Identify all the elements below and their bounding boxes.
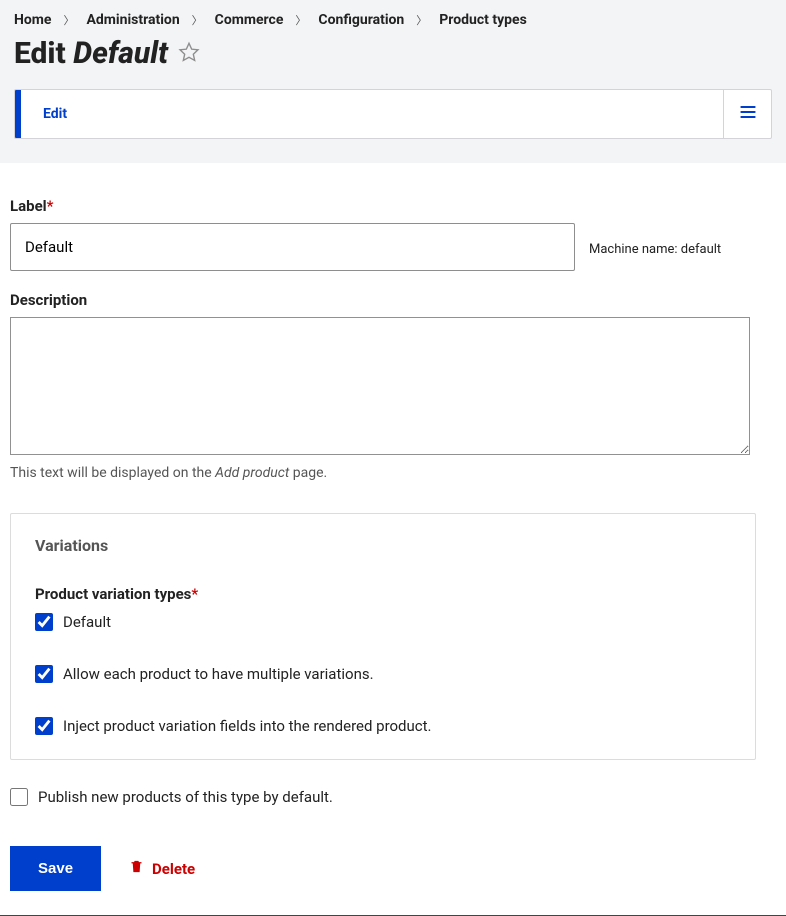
required-marker: *: [47, 197, 54, 215]
chevron-right-icon: 〉: [63, 12, 74, 28]
help-after: page.: [289, 465, 327, 481]
tab-edit[interactable]: Edit: [15, 90, 89, 138]
variations-fieldset: Variations Product variation types* Defa…: [10, 513, 756, 760]
required-marker: *: [191, 585, 198, 603]
inject-fields-row: Inject product variation fields into the…: [35, 717, 731, 735]
page-title-prefix: Edit: [14, 36, 66, 71]
publish-default-row: Publish new products of this type by def…: [10, 788, 776, 806]
description-label: Description: [10, 291, 776, 309]
chevron-right-icon: 〉: [416, 12, 427, 28]
breadcrumb-administration[interactable]: Administration: [86, 12, 179, 28]
breadcrumb-commerce[interactable]: Commerce: [215, 12, 284, 28]
label-row: Label* Machine name: default: [10, 197, 776, 271]
label-input[interactable]: [10, 223, 575, 271]
description-textarea[interactable]: [10, 317, 750, 455]
trash-icon: [129, 859, 144, 878]
chevron-right-icon: 〉: [192, 12, 203, 28]
description-row: Description This text will be displayed …: [10, 291, 776, 481]
allow-multiple-checkbox[interactable]: [35, 665, 53, 683]
publish-default-checkbox[interactable]: [10, 788, 28, 806]
form-actions: Save Delete: [10, 846, 776, 891]
machine-name-value: default: [681, 242, 721, 257]
tab-menu-toggle[interactable]: [723, 90, 771, 138]
header-region: Home 〉 Administration 〉 Commerce 〉 Confi…: [0, 0, 786, 163]
variation-type-default-row: Default: [35, 613, 731, 631]
delete-label: Delete: [152, 860, 195, 878]
hamburger-icon: [738, 102, 758, 126]
help-italic: Add product: [215, 465, 289, 481]
help-before: This text will be displayed on the: [10, 465, 215, 481]
description-help: This text will be displayed on the Add p…: [10, 465, 776, 481]
variation-type-default-checkbox[interactable]: [35, 613, 53, 631]
tab-bar: Edit: [14, 89, 772, 139]
breadcrumb-home[interactable]: Home: [14, 12, 51, 28]
publish-default-label: Publish new products of this type by def…: [38, 788, 333, 806]
machine-name-prefix: Machine name:: [589, 242, 678, 257]
page-title-name: Default: [73, 36, 168, 71]
breadcrumb-configuration[interactable]: Configuration: [318, 12, 404, 28]
machine-name: Machine name: default: [589, 242, 721, 257]
variation-types-label-text: Product variation types: [35, 585, 191, 603]
breadcrumb: Home 〉 Administration 〉 Commerce 〉 Confi…: [14, 12, 772, 28]
label-field-label-text: Label: [10, 197, 47, 215]
star-outline-icon[interactable]: [178, 36, 200, 71]
save-button[interactable]: Save: [10, 846, 101, 891]
page-title: Edit Default: [14, 36, 772, 71]
form-content: Label* Machine name: default Description…: [0, 163, 786, 915]
variation-types-label: Product variation types*: [35, 585, 731, 603]
label-field-label: Label*: [10, 197, 776, 215]
variation-type-default-label: Default: [63, 613, 111, 631]
inject-fields-checkbox[interactable]: [35, 717, 53, 735]
inject-fields-label: Inject product variation fields into the…: [63, 717, 432, 735]
allow-multiple-label: Allow each product to have multiple vari…: [63, 665, 374, 683]
delete-link[interactable]: Delete: [129, 859, 195, 878]
tab-spacer: [89, 90, 723, 138]
variations-legend: Variations: [35, 536, 731, 555]
breadcrumb-product-types[interactable]: Product types: [439, 12, 527, 28]
chevron-right-icon: 〉: [295, 12, 306, 28]
allow-multiple-row: Allow each product to have multiple vari…: [35, 665, 731, 683]
